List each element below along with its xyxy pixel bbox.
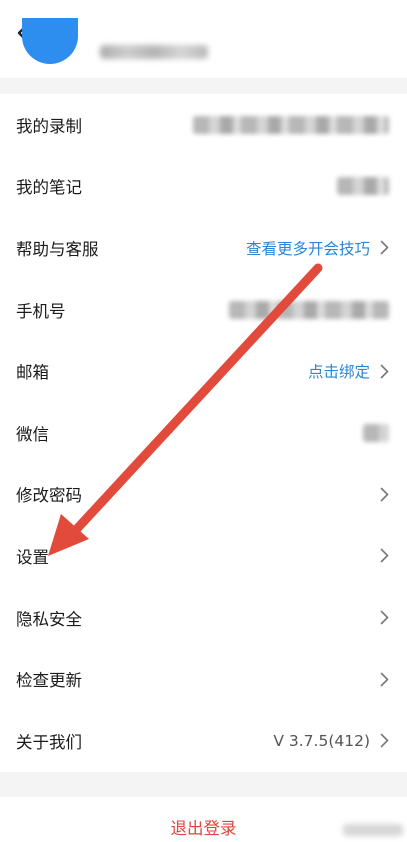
user-name-redacted	[100, 45, 208, 59]
account-menu-list: 我的录制 我的笔记 帮助与客服 查看更多开会技巧 手机号 邮箱 点击绑定 微信 …	[0, 94, 407, 772]
row-label: 检查更新	[16, 671, 82, 691]
row-about-us[interactable]: 关于我们 V 3.7.5(412)	[0, 710, 407, 772]
row-help-support[interactable]: 帮助与客服 查看更多开会技巧	[0, 217, 407, 279]
row-label: 帮助与客服	[16, 239, 99, 259]
chevron-right-icon	[380, 487, 389, 502]
row-settings[interactable]: 设置	[0, 525, 407, 587]
row-label: 邮箱	[16, 363, 49, 383]
row-label: 设置	[16, 547, 49, 567]
top-bar	[0, 0, 407, 78]
avatar[interactable]	[22, 18, 78, 64]
watermark-blur	[343, 824, 403, 836]
redacted-value	[337, 177, 389, 196]
row-label: 手机号	[16, 301, 66, 321]
app-version: V 3.7.5(412)	[273, 731, 370, 750]
chevron-right-icon	[380, 672, 389, 686]
row-label: 我的笔记	[16, 178, 82, 198]
logout-label: 退出登录	[170, 818, 237, 838]
row-label: 我的录制	[16, 116, 82, 136]
chevron-right-icon	[380, 364, 389, 378]
help-link[interactable]: 查看更多开会技巧	[246, 237, 370, 259]
chevron-right-icon	[380, 241, 389, 255]
row-my-recordings[interactable]: 我的录制	[0, 94, 407, 156]
row-wechat[interactable]: 微信	[0, 402, 407, 464]
redacted-value	[363, 423, 389, 442]
redacted-value	[193, 115, 389, 134]
row-privacy-security[interactable]: 隐私安全	[0, 587, 407, 649]
row-label: 修改密码	[16, 486, 82, 506]
chevron-right-icon	[380, 610, 389, 625]
row-label: 微信	[16, 424, 49, 444]
row-label: 隐私安全	[16, 609, 82, 629]
row-email[interactable]: 邮箱 点击绑定	[0, 340, 407, 402]
chevron-right-icon	[380, 549, 389, 563]
row-phone[interactable]: 手机号	[0, 279, 407, 341]
row-change-password[interactable]: 修改密码	[0, 464, 407, 526]
redacted-value	[229, 300, 389, 319]
row-label: 关于我们	[16, 732, 82, 752]
row-check-update[interactable]: 检查更新	[0, 648, 407, 710]
chevron-right-icon	[380, 733, 389, 748]
bind-email-link[interactable]: 点击绑定	[308, 360, 370, 382]
row-my-notes[interactable]: 我的笔记	[0, 156, 407, 218]
